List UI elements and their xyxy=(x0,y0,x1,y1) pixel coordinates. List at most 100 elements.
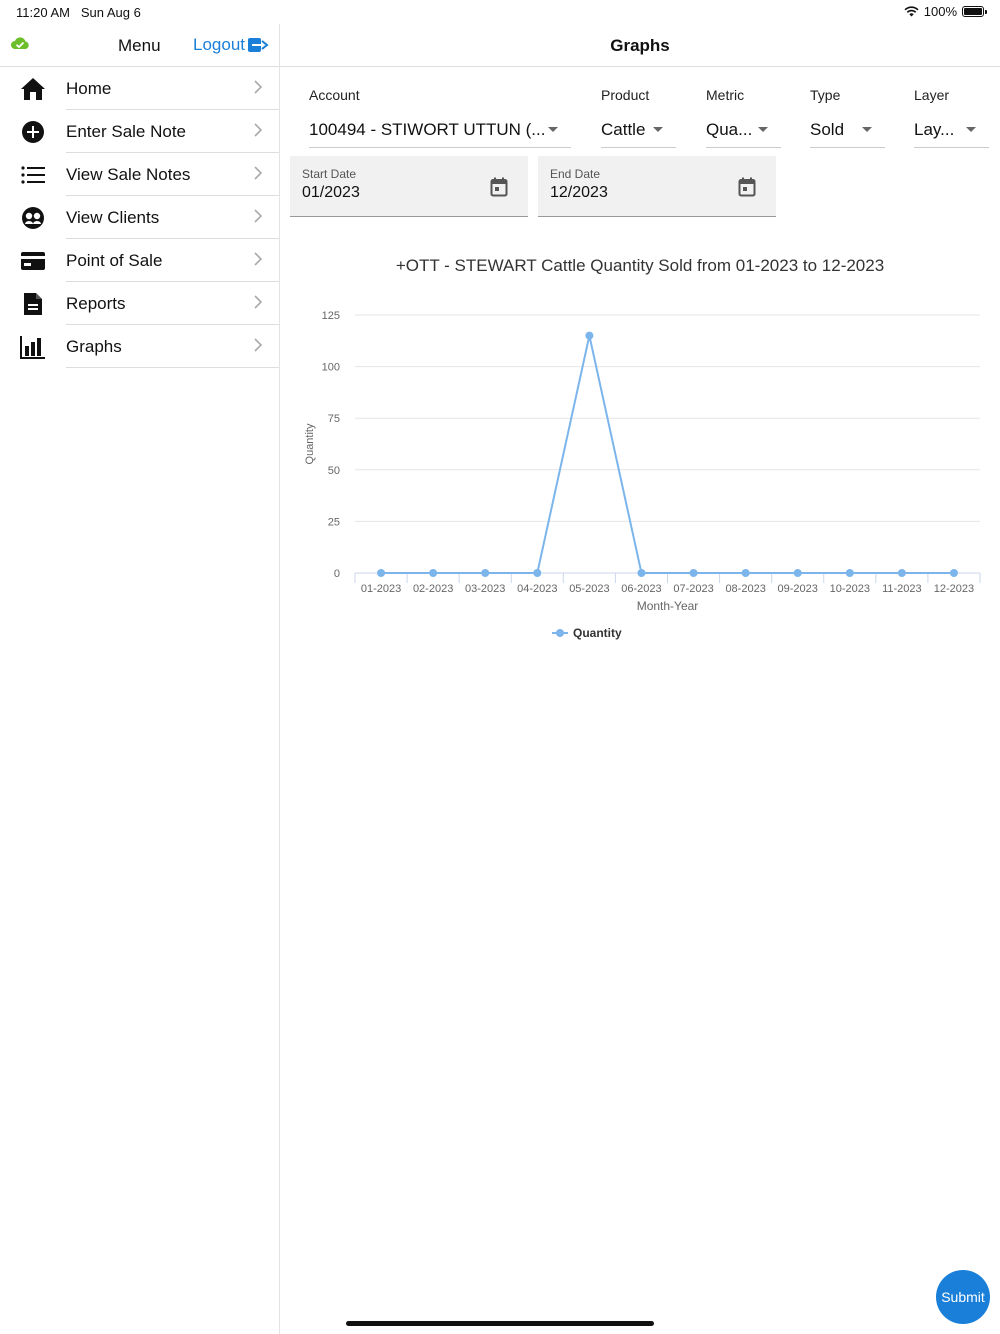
sidebar-item-label: View Sale Notes xyxy=(66,165,191,184)
x-tick-label: 12-2023 xyxy=(934,583,974,595)
x-tick-label: 03-2023 xyxy=(465,583,505,595)
line-chart: 0 25 50 75 100 125 01-2023 02-2023 03-2023 04-202… xyxy=(304,310,981,640)
product-label: Product xyxy=(601,87,650,103)
sidebar-item-label: View Clients xyxy=(66,208,160,227)
logout-icon xyxy=(248,38,269,52)
sidebar: Menu Logout Home Enter Sale Note View Sa… xyxy=(0,24,280,1334)
y-tick-label: 125 xyxy=(322,310,340,322)
data-point xyxy=(689,569,698,577)
caret-down-icon xyxy=(653,127,663,132)
y-tick-label: 25 xyxy=(328,516,340,528)
account-select[interactable]: Account 100494 - STIWORT UTTUN (... xyxy=(309,87,571,149)
menu-title: Menu xyxy=(118,36,161,55)
y-axis-label: Quantity xyxy=(304,423,316,464)
x-tick-label: 09-2023 xyxy=(778,583,818,595)
clients-icon xyxy=(20,205,46,231)
cloud-check-icon xyxy=(11,37,29,49)
end-date-label: End Date xyxy=(550,167,601,181)
x-tick-label: 10-2023 xyxy=(830,583,870,595)
end-date-field[interactable]: End Date 12/2023 xyxy=(538,156,776,217)
x-tick-label: 05-2023 xyxy=(569,583,609,595)
data-point xyxy=(793,569,802,577)
x-tick-label: 11-2023 xyxy=(882,583,922,595)
data-point xyxy=(377,569,386,577)
sidebar-item-home[interactable]: Home xyxy=(0,67,279,110)
caret-down-icon xyxy=(966,127,976,132)
data-point xyxy=(585,331,594,340)
home-indicator xyxy=(346,1321,654,1326)
layer-value: Lay... xyxy=(914,120,955,139)
sidebar-item-view-clients[interactable]: View Clients xyxy=(0,196,279,239)
sidebar-nav: Home Enter Sale Note View Sale Notes Vie… xyxy=(0,67,279,368)
document-icon xyxy=(20,291,46,317)
battery-icon xyxy=(962,6,987,17)
chevron-right-icon xyxy=(254,252,263,266)
series-line xyxy=(381,335,954,574)
status-time: 11:20 AM Sun Aug 6 xyxy=(16,5,141,20)
data-point xyxy=(897,569,906,577)
data-point xyxy=(845,569,854,577)
caret-down-icon xyxy=(548,127,558,132)
data-point xyxy=(637,569,646,577)
caret-down-icon xyxy=(862,127,872,132)
sidebar-item-graphs[interactable]: Graphs xyxy=(0,325,279,368)
calendar-icon[interactable] xyxy=(738,177,756,197)
end-date-value: 12/2023 xyxy=(550,184,608,201)
sidebar-item-enter-sale-note[interactable]: Enter Sale Note xyxy=(0,110,279,153)
chevron-right-icon xyxy=(254,295,263,309)
chevron-right-icon xyxy=(254,209,263,223)
type-value: Sold xyxy=(810,120,845,139)
sidebar-item-reports[interactable]: Reports xyxy=(0,282,279,325)
sidebar-item-label: Point of Sale xyxy=(66,251,163,270)
metric-select[interactable]: Metric Qua... xyxy=(706,87,781,149)
x-tick-label: 08-2023 xyxy=(725,583,765,595)
y-tick-label: 50 xyxy=(328,465,340,477)
logout-label: Logout xyxy=(193,35,245,54)
sidebar-item-label: Graphs xyxy=(66,337,122,356)
start-date-value: 01/2023 xyxy=(302,184,360,201)
sidebar-item-label: Home xyxy=(66,79,112,98)
chevron-right-icon xyxy=(254,123,263,137)
data-point xyxy=(429,569,438,577)
type-select[interactable]: Type Sold xyxy=(810,87,885,149)
type-label: Type xyxy=(810,87,841,103)
bar-chart-icon xyxy=(20,334,46,360)
x-tick-label: 02-2023 xyxy=(413,583,453,595)
product-value: Cattle xyxy=(601,120,646,139)
data-point xyxy=(949,569,958,577)
submit-button[interactable]: Submit xyxy=(936,1270,990,1324)
start-date-field[interactable]: Start Date 01/2023 xyxy=(290,156,528,217)
chart-container: +OTT - STEWART Cattle Quantity Sold from… xyxy=(280,248,1000,648)
battery-percent: 100% xyxy=(923,4,957,19)
metric-value: Qua... xyxy=(706,120,753,139)
caret-down-icon xyxy=(758,127,768,132)
page-title: Graphs xyxy=(610,36,670,55)
sidebar-item-view-sale-notes[interactable]: View Sale Notes xyxy=(0,153,279,196)
sidebar-item-point-of-sale[interactable]: Point of Sale xyxy=(0,239,279,282)
legend-label: Quantity xyxy=(573,626,622,640)
x-tick-label: 06-2023 xyxy=(621,583,661,595)
x-axis-label: Month-Year xyxy=(637,599,699,613)
plus-circle-icon xyxy=(20,119,46,145)
account-value: 100494 - STIWORT UTTUN (... xyxy=(309,120,546,139)
data-point xyxy=(481,569,490,577)
layer-select[interactable]: Layer Lay... xyxy=(914,87,989,149)
y-tick-label: 100 xyxy=(322,362,340,374)
status-right: 100% xyxy=(904,4,987,19)
status-bar: 11:20 AM Sun Aug 6 100% xyxy=(0,0,1000,24)
sidebar-header: Menu Logout xyxy=(0,24,279,67)
logout-button[interactable]: Logout xyxy=(193,35,269,55)
sidebar-item-label: Enter Sale Note xyxy=(66,122,187,141)
legend-marker xyxy=(556,629,564,637)
wifi-icon xyxy=(904,6,919,17)
metric-label: Metric xyxy=(706,87,745,103)
main-panel: Graphs Account 100494 - STIWORT UTTUN (.… xyxy=(280,24,1000,1334)
list-icon xyxy=(20,162,46,188)
chevron-right-icon xyxy=(254,80,263,94)
y-tick-label: 0 xyxy=(334,568,340,580)
data-point xyxy=(533,569,542,577)
calendar-icon[interactable] xyxy=(490,177,508,197)
card-icon xyxy=(20,248,46,274)
product-select[interactable]: Product Cattle xyxy=(601,87,676,149)
account-label: Account xyxy=(309,87,360,103)
